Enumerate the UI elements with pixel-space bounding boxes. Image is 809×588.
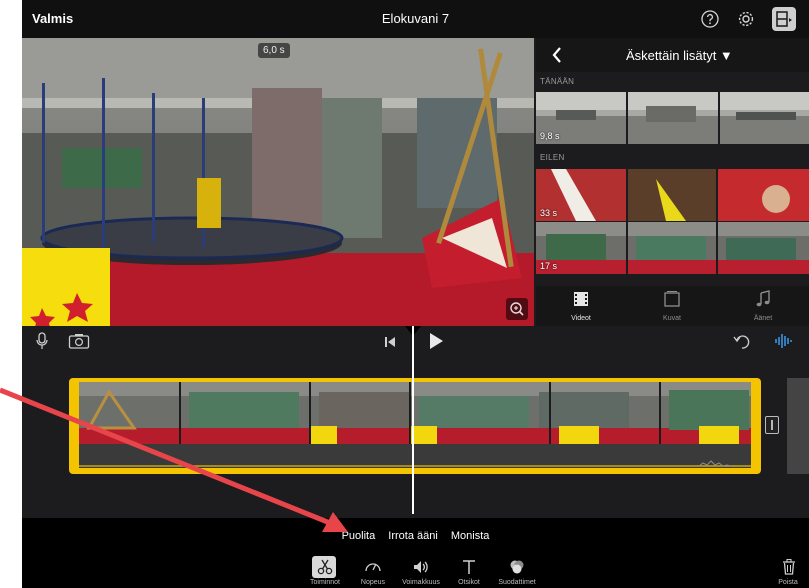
camera-icon[interactable]	[68, 333, 90, 354]
clip-filmstrip	[79, 382, 751, 444]
speed-icon	[365, 563, 381, 572]
tool-label: Suodattimet	[498, 579, 536, 586]
detach-audio-button[interactable]: Irrota ääni	[388, 530, 438, 542]
project-title: Elokuvani 7	[381, 11, 450, 26]
skip-to-start-icon[interactable]	[384, 335, 396, 353]
section-label-yesterday: EILEN	[540, 153, 565, 162]
action-bar: Puolita Irrota ääni Monista Toiminnot No…	[22, 518, 809, 588]
delete-button[interactable]: Poista	[770, 558, 806, 588]
transition-icon[interactable]	[765, 416, 779, 434]
gear-icon[interactable]	[736, 9, 756, 29]
music-icon	[756, 290, 770, 307]
tool-volume[interactable]: Voimakkuus	[398, 558, 444, 588]
tab-photos[interactable]: Kuvat	[637, 290, 707, 324]
next-clip[interactable]	[787, 378, 809, 474]
tool-filters[interactable]: Suodattimet	[494, 558, 540, 588]
titles-icon	[463, 560, 475, 574]
imovie-window: Valmis Elokuvani 7 6,0 s Äskettäin lisät…	[22, 0, 809, 588]
help-icon[interactable]	[700, 9, 720, 29]
section-label-today: TÄNÄÄN	[540, 77, 575, 86]
clip-thumbnail	[536, 169, 809, 221]
tab-label: Videot	[571, 315, 591, 322]
clip-length: 17 s	[540, 261, 558, 271]
clip-duration-label: 6,0 s	[258, 43, 290, 58]
clip-length: 33 s	[540, 208, 558, 218]
play-icon[interactable]	[428, 332, 444, 355]
tab-audio[interactable]: Äänet	[728, 290, 798, 324]
media-browser: Äskettäin lisätyt ▼ TÄNÄÄN 9,8 s EILEN 3…	[536, 38, 809, 326]
media-clip[interactable]: 17 s	[536, 222, 809, 274]
scissors-icon	[317, 559, 333, 575]
album-selector[interactable]: Äskettäin lisätyt ▼	[626, 48, 733, 63]
media-browser-header: Äskettäin lisätyt ▼	[536, 38, 809, 72]
filters-icon	[510, 560, 524, 574]
media-type-tabs: Videot Kuvat Äänet	[536, 286, 809, 326]
video-viewer[interactable]: 6,0 s	[22, 38, 534, 326]
back-chevron-icon[interactable]	[550, 45, 564, 65]
tool-titles[interactable]: Otsikot	[446, 558, 492, 588]
tool-speed[interactable]: Nopeus	[350, 558, 396, 588]
project-view-icon[interactable]	[772, 7, 796, 31]
timeline[interactable]	[22, 356, 809, 518]
microphone-icon[interactable]	[34, 332, 50, 355]
media-clip[interactable]: 33 s	[536, 169, 809, 221]
clip-length: 9,8 s	[540, 131, 560, 141]
clip-actions: Puolita Irrota ääni Monista	[22, 530, 809, 542]
tab-label: Äänet	[753, 315, 773, 322]
volume-icon	[414, 561, 428, 573]
split-button[interactable]: Puolita	[342, 530, 376, 542]
trash-icon	[783, 559, 795, 575]
duplicate-button[interactable]: Monista	[451, 530, 490, 542]
inspector-tools: Toiminnot Nopeus Voimakkuus Otsikot Suod…	[302, 556, 542, 588]
tool-actions[interactable]: Toiminnot	[302, 556, 348, 588]
selected-clip[interactable]	[69, 378, 761, 474]
media-clip[interactable]: 9,8 s	[536, 92, 809, 144]
viewer-frame-image	[22, 38, 534, 326]
playhead[interactable]	[412, 326, 414, 514]
video-icon	[574, 292, 588, 306]
zoom-icon[interactable]	[506, 298, 528, 320]
photos-icon	[664, 291, 680, 307]
delete-label: Poista	[778, 579, 798, 586]
top-bar: Valmis Elokuvani 7	[22, 0, 809, 38]
clip-content	[79, 382, 751, 468]
clip-audio-track	[79, 444, 751, 468]
waveform-icon[interactable]	[774, 332, 794, 355]
clip-thumbnail	[536, 222, 809, 274]
clip-thumbnail	[536, 92, 809, 144]
undo-icon[interactable]	[732, 332, 752, 355]
tab-label: Kuvat	[663, 315, 681, 322]
tab-videos[interactable]: Videot	[546, 290, 616, 324]
